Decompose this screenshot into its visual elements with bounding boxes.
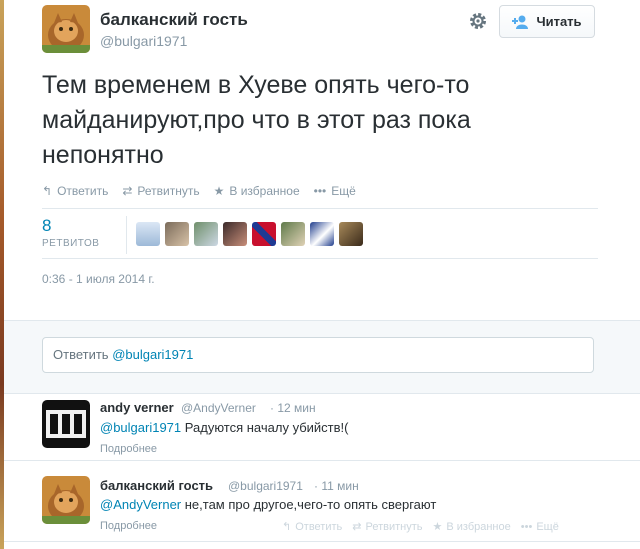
reply-label: Ответить bbox=[295, 520, 343, 533]
reply-avatar[interactable] bbox=[42, 476, 90, 524]
reply-author-name[interactable]: andy verner bbox=[100, 400, 174, 415]
retweet-count-label[interactable]: РЕТВИТОВ bbox=[42, 238, 99, 249]
retweet-action[interactable]: ⇄ Ретвитнуть bbox=[122, 184, 199, 198]
more-icon: ••• bbox=[313, 184, 327, 198]
retweeter-avatar[interactable] bbox=[136, 222, 160, 246]
gear-icon[interactable] bbox=[468, 11, 488, 31]
reply-author-handle[interactable]: @bulgari1971 bbox=[228, 479, 303, 493]
retweeter-avatar[interactable] bbox=[310, 222, 334, 246]
author-handle[interactable]: @bulgari1971 bbox=[100, 33, 187, 49]
reply-author-handle[interactable]: @AndyVerner bbox=[181, 401, 256, 415]
stats-separator bbox=[126, 216, 127, 254]
more-label: Ещё bbox=[331, 184, 356, 198]
divider bbox=[4, 541, 640, 542]
reply-time[interactable]: · 11 мин bbox=[314, 479, 359, 493]
add-user-icon bbox=[512, 15, 529, 29]
retweeter-avatar[interactable] bbox=[223, 222, 247, 246]
author-name[interactable]: балканский гость bbox=[100, 10, 248, 30]
reply-input-prefix: Ответить bbox=[53, 347, 109, 362]
author-avatar[interactable] bbox=[42, 5, 90, 53]
retweet-count[interactable]: 8 bbox=[42, 216, 51, 236]
retweet-icon: ⇄ bbox=[352, 521, 362, 533]
tweet-text: Тем временем в Хуеве опять чего-то майда… bbox=[42, 71, 471, 169]
favorite-label: В избранное bbox=[446, 520, 511, 533]
follow-button[interactable]: Читать bbox=[499, 5, 595, 38]
reply-more-link[interactable]: Подробнее bbox=[100, 443, 157, 455]
reply-text: @bulgari1971 Радуются началу убийств!( bbox=[100, 420, 349, 435]
reply-mention[interactable]: @AndyVerner bbox=[100, 497, 181, 512]
tweet-card: балканский гость @bulgari1971 Читать Тем… bbox=[4, 0, 640, 549]
favorite-label: В избранное bbox=[229, 184, 300, 198]
reply-area: Ответить @bulgari1971 bbox=[4, 320, 640, 394]
star-icon: ★ bbox=[432, 521, 443, 533]
retweeter-avatar[interactable] bbox=[339, 222, 363, 246]
follow-label: Читать bbox=[536, 14, 582, 29]
divider bbox=[4, 460, 640, 461]
retweet-label: Ретвитнуть bbox=[137, 184, 200, 198]
reply-author-name[interactable]: балканский гость bbox=[100, 478, 213, 493]
reply-text: @AndyVerner не,там про другое,чего-то оп… bbox=[100, 497, 436, 512]
retweet-label: Ретвитнуть bbox=[365, 520, 423, 533]
retweeter-avatar[interactable] bbox=[281, 222, 305, 246]
reply-icon: ↰ bbox=[42, 184, 53, 198]
reply-action[interactable]: ↰ Ответить bbox=[42, 184, 108, 198]
reply-mention[interactable]: @bulgari1971 bbox=[100, 420, 181, 435]
retweeter-avatar[interactable] bbox=[194, 222, 218, 246]
reply-action[interactable]: ↰ Ответить bbox=[282, 520, 343, 534]
reply-body: не,там про другое,чего-то опять свергают bbox=[181, 497, 437, 512]
reply-input-mention: @bulgari1971 bbox=[112, 347, 194, 362]
divider bbox=[42, 258, 598, 259]
tweet-timestamp[interactable]: 0:36 - 1 июля 2014 г. bbox=[42, 272, 155, 286]
reply-icon: ↰ bbox=[282, 521, 292, 533]
star-icon: ★ bbox=[213, 184, 225, 198]
retweeter-avatar[interactable] bbox=[252, 222, 276, 246]
more-icon: ••• bbox=[520, 520, 533, 533]
retweeter-avatar[interactable] bbox=[165, 222, 189, 246]
reply-more-link[interactable]: Подробнее bbox=[100, 520, 157, 532]
reply-avatar[interactable] bbox=[42, 400, 90, 448]
reply-input[interactable]: Ответить @bulgari1971 bbox=[42, 337, 594, 373]
more-label: Ещё bbox=[536, 520, 559, 533]
retweeter-avatars bbox=[136, 222, 363, 246]
reply-body: Радуются началу убийств!( bbox=[181, 420, 349, 435]
more-action[interactable]: ••• Ещё bbox=[314, 184, 356, 198]
divider bbox=[42, 208, 598, 209]
retweet-action[interactable]: ⇄ Ретвитнуть bbox=[352, 520, 423, 534]
favorite-action[interactable]: ★ В избранное bbox=[214, 184, 300, 198]
more-action[interactable]: ••• Ещё bbox=[521, 520, 559, 533]
retweet-icon: ⇄ bbox=[122, 184, 133, 198]
tweet-actions: ↰ Ответить ⇄ Ретвитнуть ★ В избранное ••… bbox=[42, 184, 356, 198]
reply-time[interactable]: · 12 мин bbox=[270, 401, 316, 415]
reply-actions: ↰ Ответить ⇄ Ретвитнуть ★ В избранное ••• Ещ… bbox=[282, 520, 559, 534]
favorite-action[interactable]: ★ В избранное bbox=[432, 520, 511, 534]
reply-label: Ответить bbox=[57, 184, 109, 198]
